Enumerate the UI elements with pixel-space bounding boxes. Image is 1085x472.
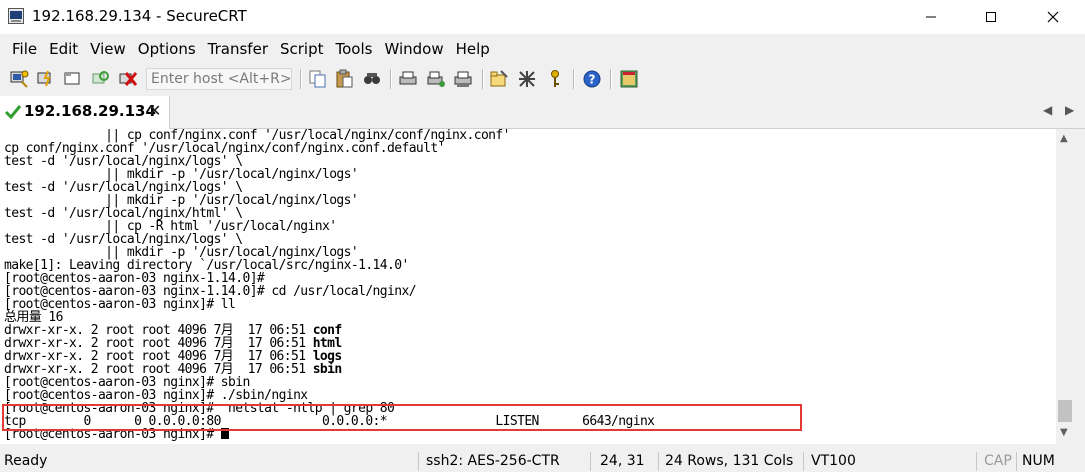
maximize-button[interactable] — [968, 0, 1014, 34]
print-icon[interactable] — [398, 69, 418, 89]
menu-window[interactable]: Window — [378, 36, 449, 62]
status-separator — [658, 452, 659, 471]
status-emulation: VT100 — [811, 453, 856, 469]
print-preview-icon[interactable] — [453, 69, 473, 89]
tab-scroll-left-icon[interactable]: ◀ — [1043, 103, 1052, 117]
menu-edit[interactable]: Edit — [43, 36, 84, 62]
status-cursor-position: 24, 31 — [600, 453, 645, 469]
connected-check-icon — [4, 105, 22, 120]
toolbar-separator — [390, 69, 392, 89]
minimize-icon — [926, 16, 936, 18]
status-separator — [803, 452, 804, 471]
status-separator — [590, 452, 591, 471]
toolbar-separator — [610, 69, 612, 89]
disconnect-icon[interactable] — [118, 69, 138, 89]
tab-label: 192.168.29.134 — [24, 102, 156, 120]
status-bar: Ready ssh2: AES-256-CTR 24, 31 24 Rows, … — [0, 450, 1085, 472]
tab-session-192-168-29-134[interactable]: 192.168.29.134 ✕ — [0, 96, 170, 129]
connect-tab-icon[interactable] — [63, 69, 83, 89]
status-ready: Ready — [4, 453, 48, 469]
status-separator — [1016, 452, 1017, 471]
status-separator — [976, 452, 977, 471]
status-protocol: ssh2: AES-256-CTR — [426, 453, 560, 469]
reconnect-icon[interactable] — [90, 69, 110, 89]
scrollbar-thumb[interactable] — [1058, 400, 1072, 422]
securecrt-app-icon — [8, 8, 24, 24]
print-setup-icon[interactable] — [426, 69, 446, 89]
connect-icon[interactable] — [9, 69, 29, 89]
red-highlight-box — [2, 404, 802, 431]
help-icon[interactable]: ? — [582, 69, 602, 89]
window-title: 192.168.29.134 - SecureCRT — [32, 7, 247, 25]
maximize-icon — [986, 12, 996, 22]
quick-connect-icon[interactable] — [36, 69, 56, 89]
copy-icon[interactable] — [308, 69, 328, 89]
toolbar-separator — [573, 69, 575, 89]
menu-transfer[interactable]: Transfer — [202, 36, 274, 62]
close-window-button[interactable] — [1030, 0, 1076, 34]
status-terminal-size: 24 Rows, 131 Cols — [665, 453, 794, 469]
session-options-icon[interactable] — [489, 69, 509, 89]
minimize-button[interactable] — [908, 0, 954, 34]
dir-name: sbin — [312, 362, 343, 377]
scroll-up-icon[interactable]: ▲ — [1060, 133, 1068, 144]
svg-text:?: ? — [589, 73, 596, 87]
title-bar: 192.168.29.134 - SecureCRT — [0, 0, 1085, 34]
menu-tools[interactable]: Tools — [330, 36, 379, 62]
toolbar-separator — [482, 69, 484, 89]
menu-options[interactable]: Options — [132, 36, 202, 62]
terminal-output[interactable]: || cp conf/nginx.conf '/usr/local/nginx/… — [0, 129, 1056, 444]
menu-script[interactable]: Script — [274, 36, 330, 62]
scroll-down-icon[interactable]: ▼ — [1060, 427, 1068, 438]
paste-icon[interactable] — [335, 69, 355, 89]
enter-host-field[interactable]: Enter host <Alt+R> — [146, 68, 292, 90]
status-num-lock: NUM — [1022, 453, 1055, 469]
global-options-icon[interactable] — [517, 69, 537, 89]
tab-scroll-right-icon[interactable]: ▶ — [1065, 103, 1074, 117]
menu-file[interactable]: File — [0, 36, 43, 62]
find-icon[interactable] — [362, 69, 382, 89]
status-caps-lock: CAP — [984, 453, 1012, 469]
session-tab-bar: 192.168.29.134 ✕ ◀ ▶ — [0, 96, 1085, 129]
menu-bar: File Edit View Options Transfer Script T… — [0, 36, 1085, 62]
toolbar-separator — [300, 69, 302, 89]
keymap-icon[interactable] — [545, 69, 565, 89]
terminal-scrollbar[interactable]: ▲ ▼ — [1056, 129, 1074, 444]
tab-close-icon[interactable]: ✕ — [148, 101, 161, 120]
toolbar: Enter host <Alt+R> ? — [0, 63, 1085, 93]
close-icon — [1047, 11, 1059, 23]
menu-help[interactable]: Help — [450, 36, 496, 62]
sftp-icon[interactable] — [619, 69, 639, 89]
menu-view[interactable]: View — [84, 36, 132, 62]
status-separator — [418, 452, 419, 471]
